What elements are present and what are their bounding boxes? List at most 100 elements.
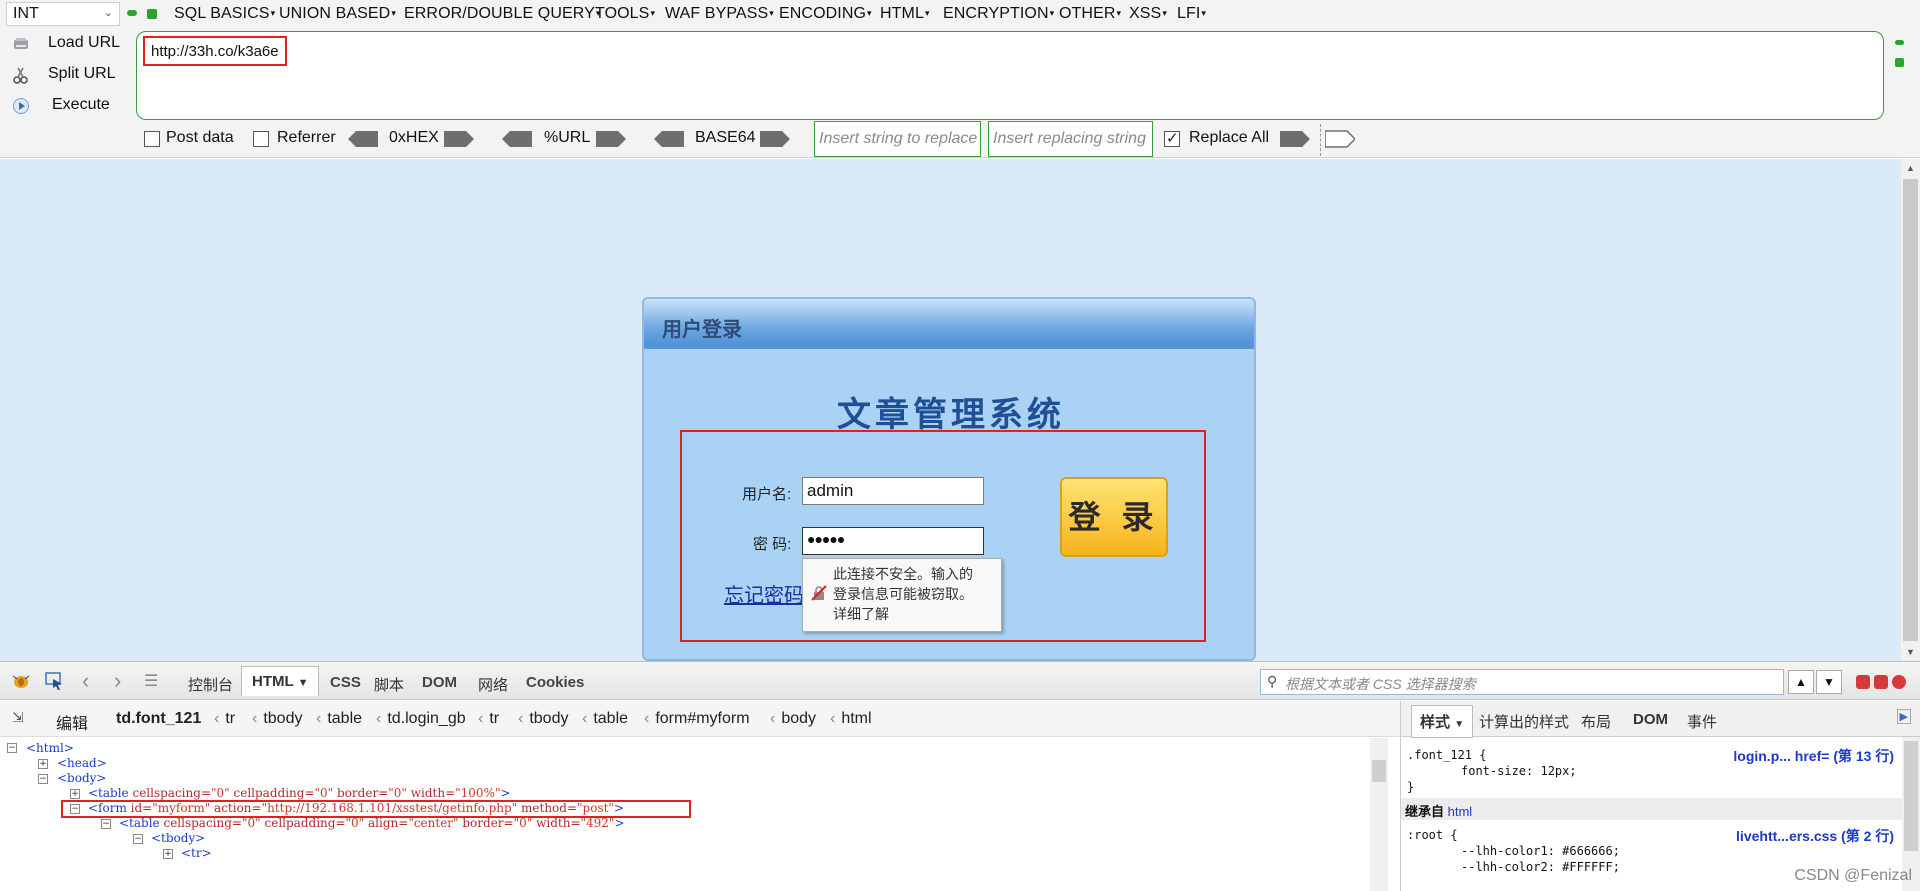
collapse-icon[interactable]: −: [70, 804, 80, 814]
collapse-icon[interactable]: −: [133, 834, 143, 844]
scroll-up-icon[interactable]: ▲: [1906, 163, 1915, 173]
breadcrumb-item[interactable]: html: [830, 710, 871, 728]
css-property[interactable]: --lhh-color2: #FFFFFF;: [1461, 860, 1620, 874]
base64-encode-arrow-icon[interactable]: [760, 130, 790, 148]
menu-other[interactable]: OTHER: [1059, 5, 1121, 23]
tree-node-html[interactable]: <html>: [26, 741, 74, 755]
tab-script[interactable]: 脚本: [374, 674, 404, 695]
tooltip-learn-more-link[interactable]: 详细了解: [833, 604, 993, 624]
breadcrumb-item[interactable]: table: [582, 710, 628, 728]
password-input[interactable]: ●●●●●: [802, 527, 984, 555]
style-scrollbar-thumb[interactable]: [1904, 741, 1918, 851]
collapse-icon[interactable]: −: [38, 774, 48, 784]
breadcrumb-item[interactable]: tbody: [518, 710, 568, 728]
collapse-icon[interactable]: −: [7, 743, 17, 753]
scrollbar-thumb[interactable]: [1903, 179, 1918, 641]
expand-icon[interactable]: +: [163, 849, 173, 859]
minimize-icon[interactable]: [1856, 675, 1870, 689]
tab-cookies[interactable]: Cookies: [526, 674, 584, 691]
menu-waf-bypass[interactable]: WAF BYPASS: [665, 5, 774, 23]
tree-node-table[interactable]: <table cellspacing="0" cellpadding="0" a…: [119, 816, 625, 830]
tree-node-table[interactable]: <table cellspacing="0" cellpadding="0" b…: [88, 786, 511, 800]
tab-html[interactable]: HTML ▼: [241, 666, 320, 696]
hex-decode-arrow-icon[interactable]: [348, 130, 378, 148]
firebug-icon[interactable]: [10, 672, 32, 690]
tab-styles[interactable]: 样式 ▼: [1411, 705, 1474, 738]
grow-icon[interactable]: [1895, 58, 1904, 67]
search-next-icon[interactable]: ▼: [1816, 670, 1842, 694]
panel-menu-icon[interactable]: ▶: [1896, 709, 1911, 724]
menu-xss[interactable]: XSS: [1129, 5, 1167, 23]
execute-button[interactable]: Execute: [10, 93, 130, 119]
url-textarea[interactable]: http://33h.co/k3a6e: [136, 31, 1884, 120]
search-prev-icon[interactable]: ▲: [1788, 670, 1814, 694]
replacing-string-input[interactable]: Insert replacing string: [988, 121, 1153, 157]
breadcrumb-item[interactable]: table: [316, 710, 362, 728]
css-source-link[interactable]: livehtt...ers.css (第 2 行): [1736, 826, 1894, 846]
forgot-password-link[interactable]: 忘记密码: [724, 579, 804, 608]
breadcrumb-item[interactable]: tbody: [252, 710, 302, 728]
tree-scrollbar-thumb[interactable]: [1372, 760, 1386, 782]
replace-string-input[interactable]: Insert string to replace: [814, 121, 981, 157]
replace-reverse-arrow-icon[interactable]: [1325, 130, 1355, 148]
menu-sql-basics[interactable]: SQL BASICS: [174, 5, 275, 23]
tree-scrollbar[interactable]: [1370, 738, 1388, 891]
menu-encryption[interactable]: ENCRYPTION: [943, 5, 1054, 23]
tree-node-head[interactable]: <head>: [57, 756, 107, 770]
post-data-checkbox[interactable]: [144, 131, 160, 147]
username-input[interactable]: admin: [802, 477, 984, 505]
scroll-down-icon[interactable]: ▼: [1906, 647, 1915, 657]
tree-node-body[interactable]: <body>: [57, 771, 106, 785]
tab-computed[interactable]: 计算出的样式: [1479, 711, 1569, 732]
tab-dom[interactable]: DOM: [1633, 711, 1668, 728]
menu-union-based[interactable]: UNION BASED: [279, 5, 396, 23]
breadcrumb-item[interactable]: form#myform: [644, 710, 749, 728]
menu-encoding[interactable]: ENCODING: [779, 5, 872, 23]
tab-dom[interactable]: DOM: [422, 674, 457, 691]
login-button[interactable]: 登 录: [1060, 477, 1168, 557]
load-url-button[interactable]: Load URL: [10, 31, 130, 57]
edit-button[interactable]: 编辑: [56, 710, 88, 734]
page-scrollbar[interactable]: ▲ ▼: [1901, 159, 1920, 661]
tab-network[interactable]: 网络: [478, 674, 508, 695]
collapse-icon[interactable]: [127, 10, 137, 16]
type-select[interactable]: INT ⌄: [6, 2, 120, 26]
url-decode-arrow-icon[interactable]: [502, 130, 532, 148]
tab-events[interactable]: 事件: [1687, 711, 1717, 732]
inherited-tag-link[interactable]: html: [1448, 804, 1473, 819]
breadcrumb-item[interactable]: td.login_gb: [376, 710, 465, 728]
tree-node-tbody[interactable]: <tbody>: [151, 831, 205, 845]
breadcrumb-item[interactable]: tr: [214, 710, 235, 728]
tree-node-tr[interactable]: <tr>: [181, 846, 212, 860]
menu-error-double-query[interactable]: ERROR/DOUBLE QUERY: [404, 5, 601, 23]
forward-icon[interactable]: ›: [114, 668, 121, 694]
tab-css[interactable]: CSS: [330, 674, 361, 691]
shrink-icon[interactable]: [1895, 40, 1904, 45]
tab-console[interactable]: 控制台: [188, 674, 233, 695]
split-url-button[interactable]: Split URL: [10, 62, 130, 88]
toggle-panel-icon[interactable]: ⇲: [12, 709, 24, 726]
devtools-search-input[interactable]: ⚲ 根据文本或者 CSS 选择器搜索: [1260, 669, 1784, 695]
replace-all-checkbox[interactable]: [1164, 129, 1180, 147]
css-property[interactable]: --lhh-color1: #666666;: [1461, 844, 1620, 858]
css-source-link[interactable]: login.p... href= (第 13 行): [1733, 746, 1894, 766]
menu-html[interactable]: HTML: [880, 5, 930, 23]
menu-tools[interactable]: TOOLS: [595, 5, 655, 23]
close-icon[interactable]: [1892, 675, 1906, 689]
css-selector[interactable]: .font_121 {: [1407, 748, 1486, 762]
breadcrumb-item[interactable]: td.font_121: [116, 710, 201, 728]
indent-icon[interactable]: ☰: [144, 671, 158, 691]
menu-lfi[interactable]: LFI: [1177, 5, 1206, 23]
tab-layout[interactable]: 布局: [1581, 711, 1611, 732]
expand-icon[interactable]: [147, 9, 157, 19]
base64-decode-arrow-icon[interactable]: [654, 130, 684, 148]
css-property[interactable]: font-size: 12px;: [1461, 764, 1577, 778]
inspect-element-icon[interactable]: [44, 671, 64, 691]
tree-node-form[interactable]: <form id="myform" action="http://192.168…: [88, 801, 624, 815]
referrer-checkbox[interactable]: [253, 131, 269, 147]
back-icon[interactable]: ‹: [82, 668, 89, 694]
replace-arrow-icon[interactable]: [1280, 130, 1310, 148]
hex-encode-arrow-icon[interactable]: [444, 130, 474, 148]
expand-icon[interactable]: +: [70, 789, 80, 799]
breadcrumb-item[interactable]: body: [770, 710, 816, 728]
